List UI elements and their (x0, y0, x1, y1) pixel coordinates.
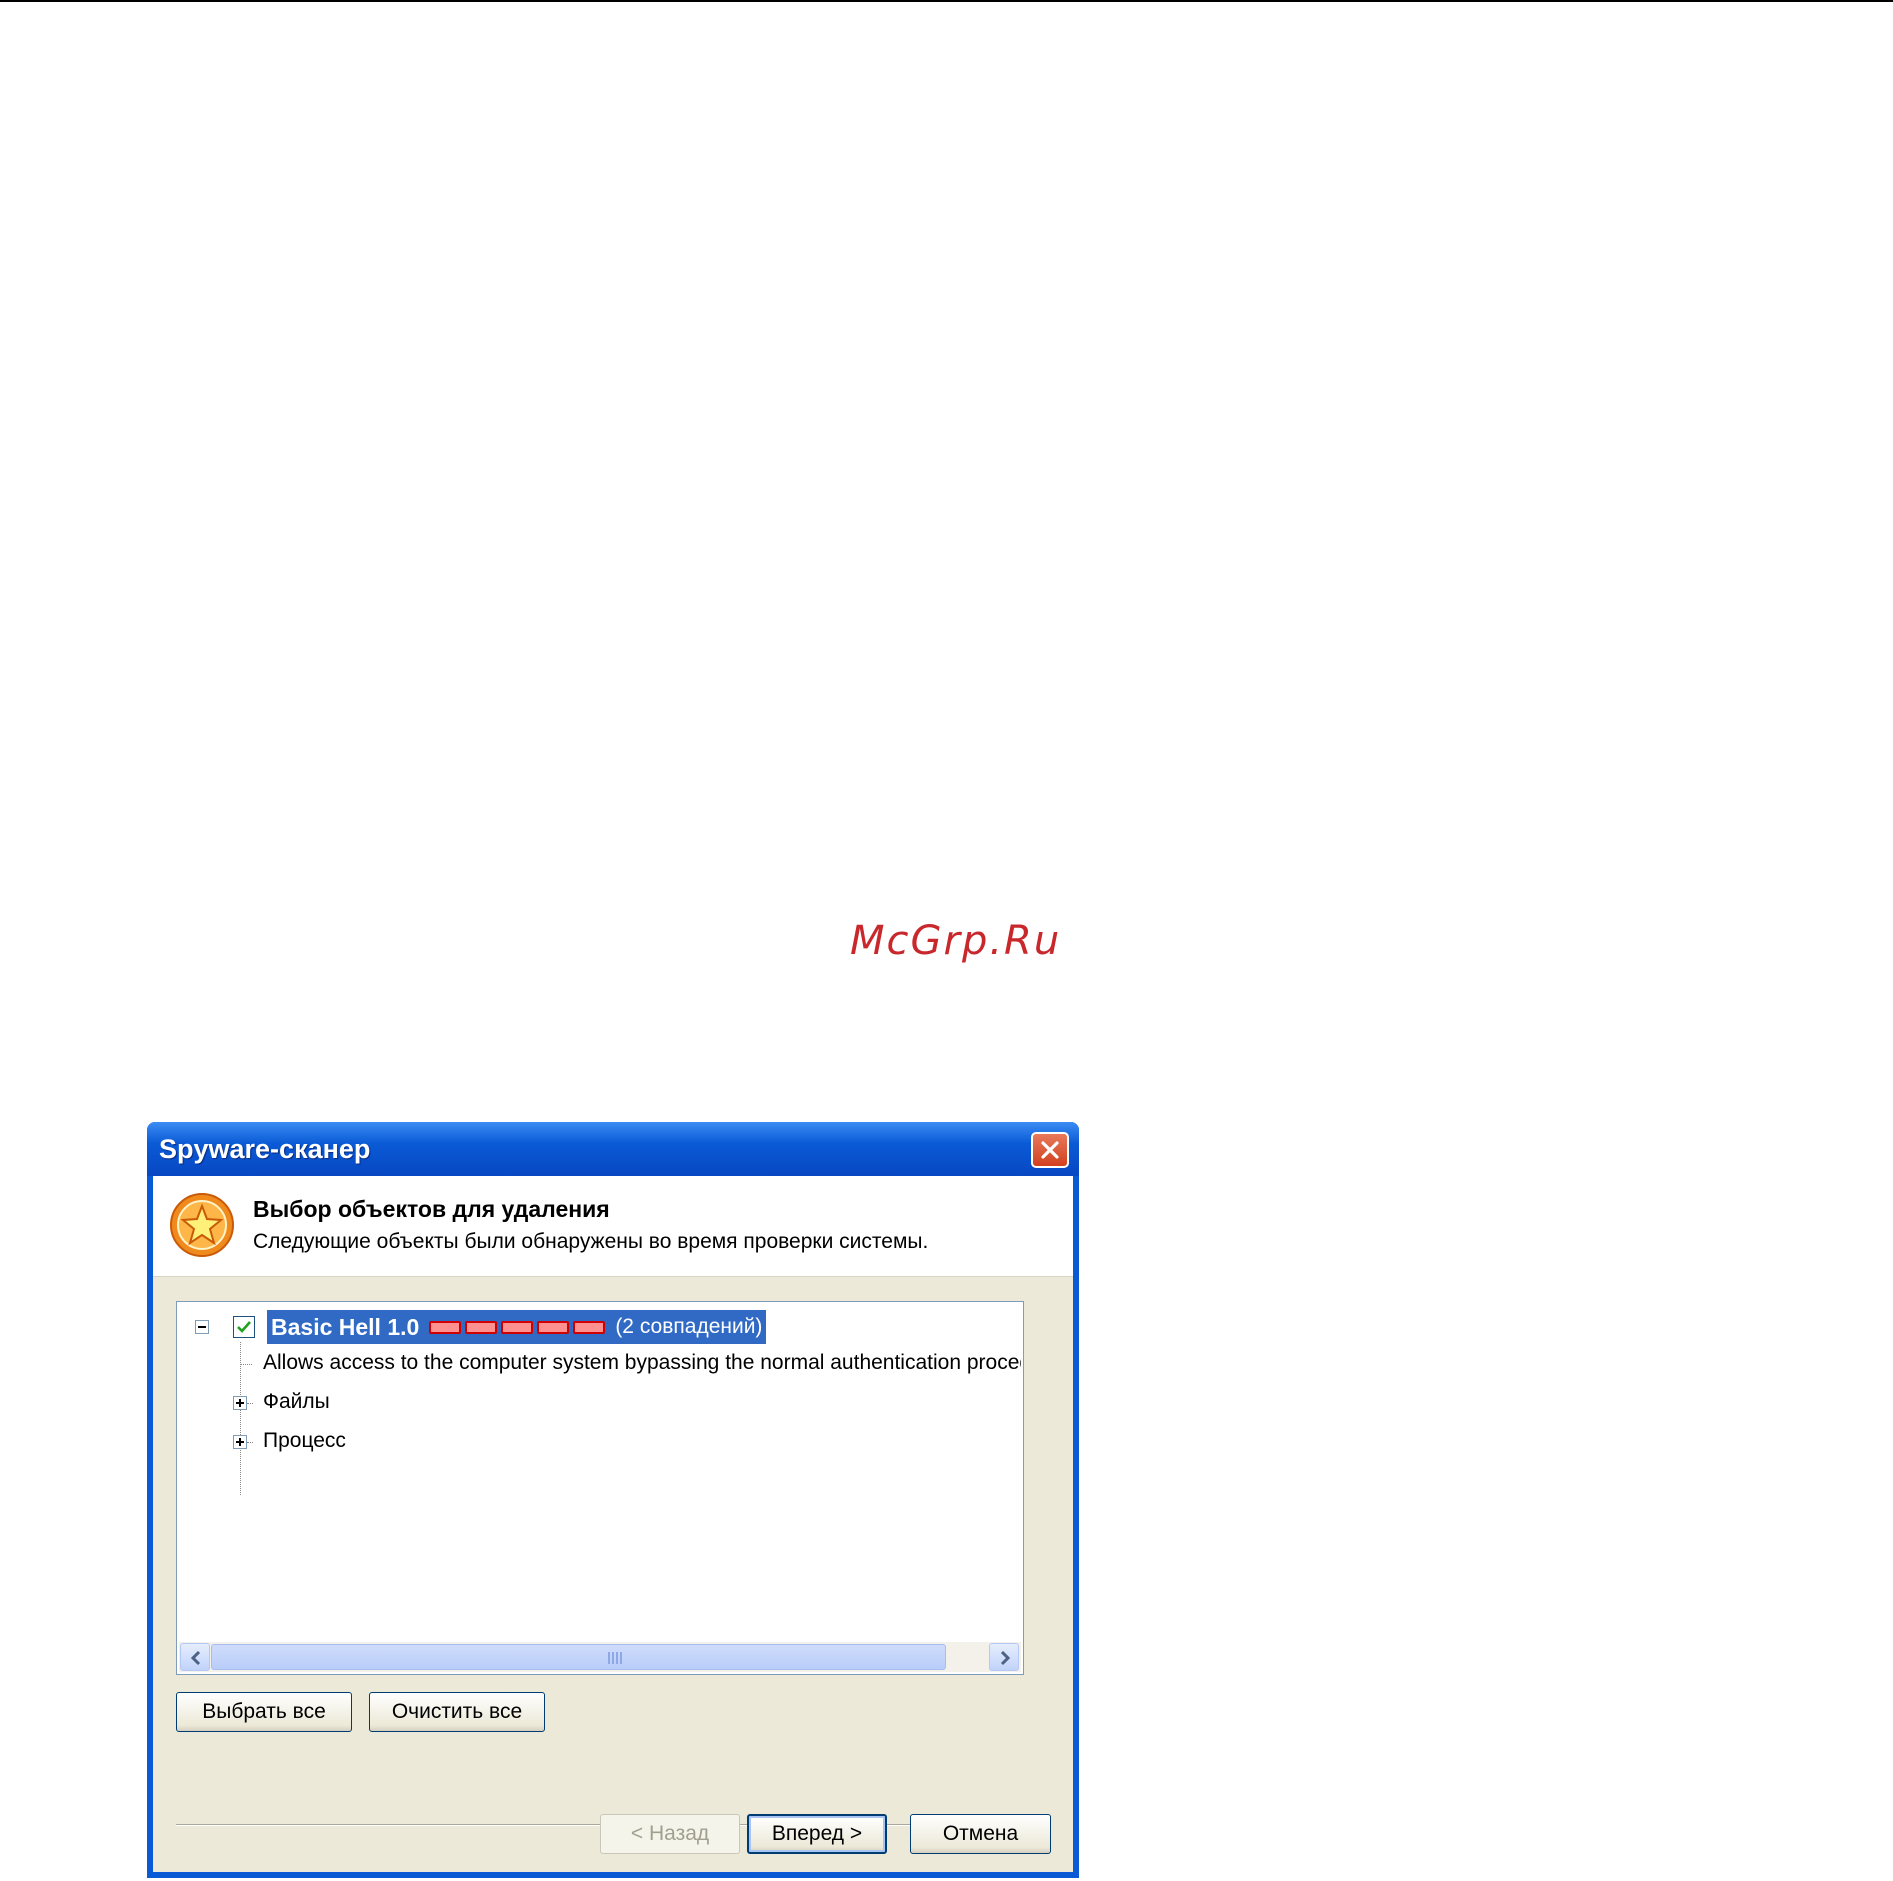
severity-bar (573, 1320, 606, 1334)
scrollbar-grip (608, 1652, 622, 1664)
severity-bar (429, 1320, 462, 1334)
expand-toggle-files[interactable] (233, 1396, 247, 1410)
tree-item-files[interactable]: Файлы (263, 1390, 330, 1414)
wizard-header: Выбор объектов для удаления Следующие об… (153, 1176, 1073, 1277)
horizontal-scrollbar[interactable] (179, 1642, 1021, 1672)
close-icon (1041, 1141, 1059, 1159)
severity-indicator (429, 1320, 606, 1334)
watermark: McGrp.Ru (850, 918, 1062, 964)
tree-connector (240, 1364, 252, 1365)
tree-item-description[interactable]: Allows access to the computer system byp… (263, 1351, 1021, 1375)
next-button[interactable]: Вперед > (747, 1814, 887, 1854)
scroll-left-button[interactable] (180, 1643, 210, 1671)
star-badge-icon (170, 1193, 234, 1257)
severity-bar (537, 1320, 570, 1334)
tree-connector (247, 1403, 253, 1404)
severity-bar (465, 1320, 498, 1334)
expand-toggle-process[interactable] (233, 1435, 247, 1449)
threat-name: Basic Hell 1.0 (271, 1313, 420, 1340)
checkmark-icon (237, 1321, 251, 1333)
window-title: Spyware-сканер (159, 1134, 371, 1164)
severity-bar (501, 1320, 534, 1334)
close-button[interactable] (1031, 1132, 1069, 1168)
collapse-toggle[interactable] (195, 1320, 209, 1334)
spyware-scanner-dialog: Spyware-сканер Выбор объектов для удален… (147, 1122, 1079, 1878)
cancel-button[interactable]: Отмена (910, 1814, 1051, 1854)
scroll-right-button[interactable] (989, 1643, 1019, 1671)
top-rule (0, 0, 1893, 2)
chevron-left-icon (190, 1650, 201, 1666)
basic-hell-checkbox[interactable] (233, 1316, 255, 1338)
scrollbar-thumb[interactable] (211, 1644, 946, 1670)
tree-item-process[interactable]: Процесс (263, 1429, 346, 1453)
chevron-right-icon (1000, 1650, 1011, 1666)
tree-connector (247, 1442, 253, 1443)
header-title: Выбор объектов для удаления (253, 1196, 610, 1222)
detected-objects-tree[interactable]: Basic Hell 1.0 (2 совпадений) Allows acc… (176, 1301, 1024, 1675)
dialog-client-area: Выбор объектов для удаления Следующие об… (153, 1176, 1073, 1872)
select-all-button[interactable]: Выбрать все (176, 1692, 352, 1732)
clear-all-button[interactable]: Очистить все (369, 1692, 545, 1732)
match-count: (2 совпадений) (615, 1315, 763, 1338)
selected-tree-label[interactable]: Basic Hell 1.0 (2 совпадений) (267, 1310, 767, 1344)
back-button[interactable]: < Назад (600, 1814, 740, 1854)
header-subtitle: Следующие объекты были обнаружены во вре… (253, 1230, 929, 1253)
title-bar[interactable]: Spyware-сканер (147, 1122, 1079, 1176)
